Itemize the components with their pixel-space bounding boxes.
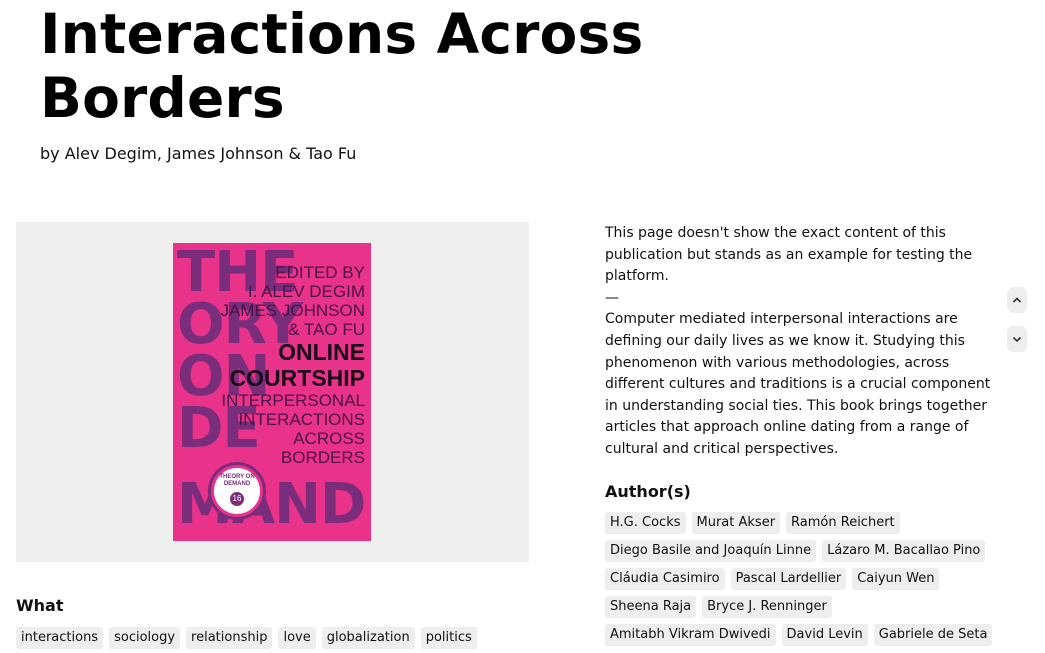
- cover-editor-2: JAMES JOHNSON: [220, 301, 365, 320]
- authors-heading: Author(s): [605, 482, 691, 501]
- topic-tag[interactable]: relationship: [186, 627, 273, 649]
- cover-subtitle-1: INTERPERSONAL: [221, 391, 365, 410]
- author-tag[interactable]: Pascal Lardellier: [730, 568, 847, 590]
- author-tag[interactable]: Amitabh Vikram Dwivedi: [605, 624, 776, 646]
- scroll-down-button[interactable]: [1007, 326, 1027, 352]
- byline: by Alev Degim, James Johnson & Tao Fu: [40, 144, 357, 163]
- cover-title-1: ONLINE: [278, 339, 365, 365]
- author-tag[interactable]: Diego Basile and Joaquín Linne: [605, 540, 817, 562]
- seal-title: THEORY ON DEMAND: [219, 474, 255, 487]
- author-tag[interactable]: David Levin: [781, 624, 868, 646]
- cover-text-block: EDITED BY I. ALEV DEGIM JAMES JOHNSON & …: [181, 263, 365, 467]
- scroll-up-button[interactable]: [1007, 287, 1027, 313]
- topic-tag[interactable]: globalization: [321, 627, 415, 649]
- what-heading: What: [16, 596, 64, 615]
- topic-tags: interactions sociology relationship love…: [16, 627, 536, 649]
- author-tag[interactable]: Cláudia Casimiro: [605, 568, 725, 590]
- chevron-up-icon: [1012, 297, 1022, 303]
- author-tag[interactable]: Bryce J. Renninger: [702, 596, 832, 618]
- description-dash: —: [605, 289, 619, 306]
- cover-subtitle-4: BORDERS: [280, 448, 365, 467]
- cover-edited-by: EDITED BY: [275, 263, 365, 282]
- topic-tag[interactable]: sociology: [109, 627, 181, 649]
- cover-subtitle-2: INTERACTIONS: [238, 410, 365, 429]
- author-tag[interactable]: Ramón Reichert: [786, 512, 900, 534]
- author-tag[interactable]: H.G. Cocks: [605, 512, 686, 534]
- author-tag[interactable]: Sheena Raja: [605, 596, 697, 618]
- chevron-down-icon: [1012, 336, 1022, 343]
- cover-title-2: COURTSHIP: [229, 365, 365, 391]
- cover-subtitle-3: ACROSS: [293, 429, 365, 448]
- book-title-line-1: Interactions Across: [40, 2, 644, 66]
- author-tag[interactable]: Lázaro M. Bacallao Pino: [822, 540, 986, 562]
- author-tag[interactable]: Gabriele de Seta: [873, 624, 993, 646]
- description-disclaimer: This page doesn't show the exact content…: [605, 225, 973, 285]
- book-title: Interactions Across Borders: [40, 2, 643, 130]
- topic-tag[interactable]: love: [278, 627, 316, 649]
- author-tag[interactable]: Murat Akser: [691, 512, 781, 534]
- cover-editor-1: I. ALEV DEGIM: [247, 282, 365, 301]
- description-body: Computer mediated interpersonal interact…: [605, 311, 991, 457]
- author-tag[interactable]: Caiyun Wen: [852, 568, 940, 590]
- topic-tag[interactable]: politics: [420, 627, 477, 649]
- cover-editor-3: & TAO FU: [288, 320, 365, 339]
- cover-big-letters-5: MAND: [177, 472, 366, 537]
- authors-list: H.G. Cocks Murat Akser Ramón Reichert Di…: [605, 512, 1005, 646]
- book-cover-image[interactable]: THE ORY ON DE MAND EDITED BY I. ALEV DEG…: [173, 243, 371, 541]
- cover-panel: THE ORY ON DE MAND EDITED BY I. ALEV DEG…: [16, 222, 529, 562]
- topic-tag[interactable]: interactions: [16, 627, 104, 649]
- description: This page doesn't show the exact content…: [605, 223, 1000, 461]
- seal-number: 16: [230, 492, 244, 506]
- cover-series-seal: THEORY ON DEMAND 16: [211, 465, 263, 517]
- book-title-line-2: Borders: [40, 66, 285, 130]
